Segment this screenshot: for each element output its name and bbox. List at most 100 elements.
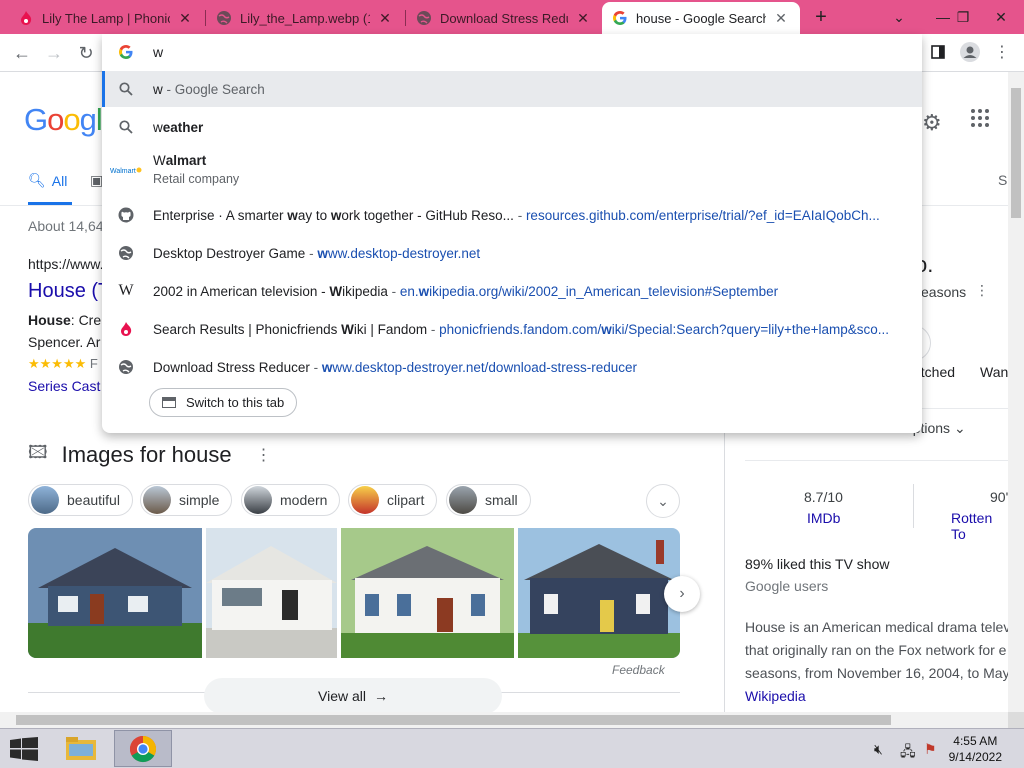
google-g-icon [612,10,628,26]
horizontal-scrollbar[interactable] [0,712,1008,728]
new-tab-icon[interactable]: + [810,6,832,28]
windows-taskbar: 🔇︎ 🖧 ⚑ 4:55 AM 9/14/2022 [0,728,1024,768]
match-part: w [321,359,333,375]
result-title[interactable]: House (T [28,280,110,303]
filter-all[interactable]: 🔍︎ All [28,172,67,189]
chrome-taskbar-icon[interactable] [114,730,172,767]
chip-label: modern [280,492,328,508]
match-part: w [330,207,342,223]
result-url[interactable]: https://www. [28,256,103,272]
feedback-link[interactable]: Feedback [612,663,665,677]
switch-to-tab-label: Switch to this tab [186,395,285,410]
house-image[interactable] [28,528,202,658]
tab-house-google-search[interactable]: house - Google Search ✕ [602,2,800,34]
title-part: Download Stress Reducer [153,359,310,375]
close-tab-icon[interactable]: ✕ [772,10,790,27]
suggestion-download-stress-reducer[interactable]: Download Stress Reducer - www.desktop-de… [102,349,922,385]
tab-search-chevron-icon[interactable]: ⌄ [882,0,916,34]
close-tab-icon[interactable]: ✕ [574,10,592,27]
clock-time: 4:55 AM [953,734,998,748]
speaker-muted-icon[interactable]: 🔇︎ [874,741,883,758]
house-image[interactable] [341,528,514,658]
close-window-icon[interactable]: ✕ [984,0,1018,34]
close-tab-icon[interactable]: ✕ [176,10,194,27]
suggestion-weather[interactable]: weather [102,109,922,145]
scrollbar-thumb[interactable] [16,715,891,725]
result-sitelink[interactable]: Series Cast [28,378,100,394]
switch-to-tab-button[interactable]: Switch to this tab [149,388,298,417]
suggestion-fandom[interactable]: Search Results | Phonicfriends Wiki | Fa… [102,311,922,347]
match-part: W [341,321,354,337]
imdb-link[interactable]: IMDb [807,510,840,526]
kp-more-icon[interactable]: ⋮ [975,282,989,299]
image-icon: 🖾 [28,442,48,462]
chip-simple[interactable]: simple [140,484,233,516]
suggestion-github-enterprise[interactable]: Enterprise · A smarter way to work toget… [102,197,922,233]
menu-kebab-icon[interactable]: ⋮ [990,41,1014,65]
chip-label: clipart [387,492,425,508]
address-bar-text[interactable]: w [153,44,163,60]
network-icon[interactable]: 🖧 [900,741,916,765]
separator: - [427,321,440,337]
chip-small[interactable]: small [446,484,531,516]
tab-lily-webp[interactable]: Lily_the_Lamp.webp (1958 ✕ [206,2,404,34]
side-panel-icon[interactable] [926,41,950,65]
rt-link[interactable]: Rotten To [951,510,1008,542]
suggestion-subtitle: Retail company [153,172,240,186]
wikipedia-w-icon: W [118,282,134,299]
back-arrow-icon[interactable]: ← [10,41,34,65]
more-options-icon[interactable]: ⋮ [256,445,272,465]
tab-lily-the-lamp[interactable]: Lily The Lamp | Phonicfriends ✕ [8,2,204,34]
scrollbar-thumb[interactable] [1011,88,1021,218]
suggestion-search-w[interactable]: w - Google Search [102,71,922,107]
tab-title: Lily_the_Lamp.webp (1958 [240,10,370,26]
title-part: ikipedia [342,283,388,299]
chip-clipart[interactable]: clipart [348,484,438,516]
system-clock[interactable]: 4:55 AM 9/14/2022 [949,733,1002,765]
completion-text: almart [165,153,207,168]
suggestion-walmart[interactable]: Walmart Walmart Retail company [102,147,922,193]
result-rating: ★★★★★ F [28,356,98,372]
chip-label: small [485,492,518,508]
expand-chips-chevron-icon[interactable]: ⌄ [646,484,680,518]
restore-icon[interactable]: ❐ [946,0,980,34]
tab-download-stress-reducer[interactable]: Download Stress Reducer ✕ [406,2,602,34]
chip-modern[interactable]: modern [241,484,341,516]
windows-start-icon[interactable] [10,737,38,766]
close-tab-icon[interactable]: ✕ [376,10,394,27]
filter-tools[interactable]: S [998,172,1007,188]
globe-icon [416,10,432,26]
arrow-right-icon: → [374,688,388,704]
fandom-flame-icon [116,319,136,339]
chip-beautiful[interactable]: beautiful [28,484,133,516]
apps-grid-icon[interactable] [970,108,990,133]
forward-arrow-icon[interactable]: → [42,41,66,65]
house-image[interactable] [518,528,680,658]
house-image[interactable] [206,528,337,658]
view-all-label: View all [318,688,366,704]
kp-seasons[interactable]: easons [921,284,966,300]
next-images-arrow-icon[interactable]: › [664,576,700,612]
view-all-button[interactable]: View all → [204,678,502,712]
action-center-icon[interactable]: ⚑ [924,741,937,758]
rating-tail: F [86,356,98,371]
profile-avatar-icon[interactable] [958,41,982,65]
images-heading: 🖾 Images for house ⋮ [28,440,272,470]
settings-gear-icon[interactable]: ⚙ [922,110,942,136]
vertical-scrollbar[interactable] [1008,72,1024,712]
google-users: Google users [745,578,829,594]
results-count: About 14,64 [28,218,104,234]
wikipedia-link[interactable]: Wikipedia [745,685,1008,708]
omnibox-dropdown: w w - Google Search weather Walmart Walm… [102,34,922,433]
liked-percent: 89% liked this TV show [745,556,890,572]
suggestion-desktop-destroyer[interactable]: Desktop Destroyer Game - www.desktop-des… [102,235,922,271]
suggestion-text: Walmart Retail company [153,153,914,186]
address-bar[interactable]: w [102,34,922,71]
suggestion-text: weather [153,120,914,135]
suggestion-wikipedia[interactable]: W 2002 in American television - Wikipedi… [102,273,922,309]
reload-icon[interactable]: ↻ [74,41,98,65]
file-explorer-icon[interactable] [58,730,104,766]
filter-all-label: All [51,172,68,189]
kp-want[interactable]: Wan [980,364,1008,380]
suggestion-url: iki/Special:Search?query=lily+the+lamp&s… [611,321,890,337]
